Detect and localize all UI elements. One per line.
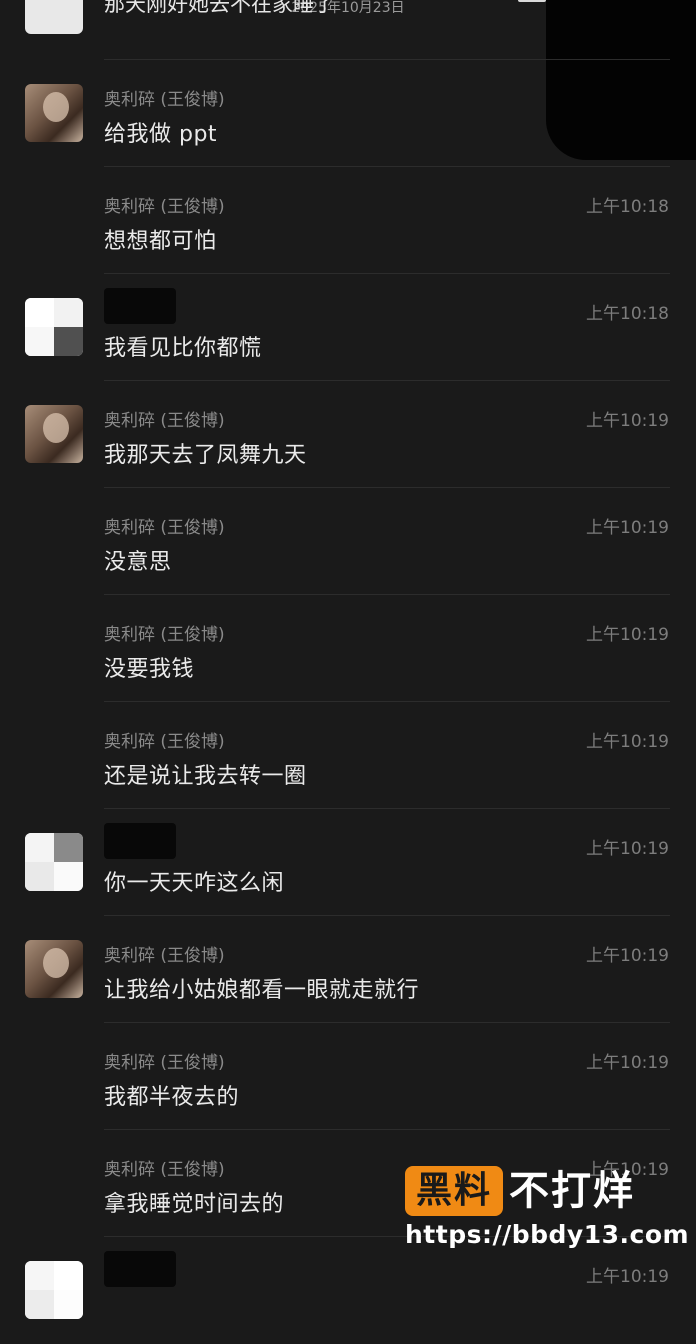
sender-name: 奥利碎 (王俊博) [104, 1053, 225, 1073]
message-item[interactable]: 奥利碎 (王俊博) 上午10:19 让我给小姑娘都看一眼就走就行 [0, 916, 696, 1023]
avatar-mosaic-tile [54, 833, 83, 862]
avatar-mosaic-tile [25, 327, 54, 356]
message-time: 上午10:18 [586, 304, 669, 324]
sender-name: 奥利碎 (王俊博) [104, 411, 225, 431]
watermark-badge: 黑料 [405, 1166, 503, 1216]
avatar-mosaic-tile [54, 1290, 83, 1319]
sender-name: 奥利碎 (王俊博) [104, 518, 225, 538]
avatar-mosaic-tile [54, 298, 83, 327]
avatar-mosaic-tile [25, 1261, 54, 1290]
message-item[interactable]: 奥利碎 (王俊博) 上午10:19 没意思 [0, 488, 696, 595]
watermark-brand: 不打烊 [509, 1168, 635, 1214]
watermark: 黑料 不打烊 https://bbdy13.com [405, 1162, 689, 1262]
message-text: 那天刚好她去不在家睡了 [104, 0, 335, 16]
message-time: 上午10:19 [586, 1053, 669, 1073]
message-text: 你一天天咋这么闲 [104, 871, 285, 896]
message-item[interactable]: 奥利碎 (王俊博) 上午10:19 没要我钱 [0, 595, 696, 702]
message-text: 我那天去了凤舞九天 [104, 443, 307, 468]
message-text: 想想都可怕 [104, 229, 217, 254]
avatar-mosaic-tile [54, 1261, 83, 1290]
message-text: 我看见比你都慌 [104, 336, 262, 361]
watermark-url: https://bbdy13.com [405, 1220, 690, 1249]
avatar[interactable] [25, 405, 83, 463]
message-time: 上午10:19 [586, 732, 669, 752]
avatar[interactable] [25, 298, 83, 356]
avatar[interactable] [25, 0, 83, 34]
message-time: 上午10:18 [586, 197, 669, 217]
message-item[interactable]: 奥利碎 (王俊博) 上午10:19 我那天去了凤舞九天 [0, 381, 696, 488]
message-time: 上午10:19 [586, 411, 669, 431]
sender-name: 奥利碎 (王俊博) [104, 90, 225, 110]
avatar[interactable] [25, 833, 83, 891]
avatar-mosaic-tile [25, 862, 54, 891]
sender-name: 奥利碎 (王俊博) [104, 1160, 225, 1180]
avatar[interactable] [25, 1261, 83, 1319]
message-text: 给我做 ppt [104, 122, 218, 147]
sender-name: 奥利碎 (王俊博) [104, 946, 225, 966]
sender-name-redacted [104, 823, 176, 859]
avatar-mosaic-tile [54, 327, 83, 356]
message-text: 让我给小姑娘都看一眼就走就行 [104, 978, 420, 1003]
avatar-mosaic-tile [25, 833, 54, 862]
sender-name-redacted [104, 288, 176, 324]
avatar[interactable] [25, 84, 83, 142]
message-item[interactable]: 奥利碎 (王俊博) 给我做 ppt [0, 60, 696, 167]
message-item[interactable]: 奥利碎 (王俊博) 上午10:19 我都半夜去的 [0, 1023, 696, 1130]
avatar-mosaic-tile [54, 862, 83, 891]
message-time: 上午10:19 [586, 946, 669, 966]
message-time: 上午10:19 [586, 625, 669, 645]
message-item[interactable]: 上午10:18 我看见比你都慌 [0, 274, 696, 381]
sender-name: 奥利碎 (王俊博) [104, 197, 225, 217]
message-item[interactable]: 奥利碎 (王俊博) 上午10:18 想想都可怕 [0, 167, 696, 274]
message-item[interactable]: 奥利碎 (王俊博) 上午10:19 还是说让我去转一圈 [0, 702, 696, 809]
message-time: 上午10:19 [586, 1267, 669, 1287]
message-text: 拿我睡觉时间去的 [104, 1192, 285, 1217]
message-text: 还是说让我去转一圈 [104, 764, 307, 789]
message-time: 上午10:19 [586, 518, 669, 538]
avatar-mosaic-tile [25, 1290, 54, 1319]
sender-name: 奥利碎 (王俊博) [104, 732, 225, 752]
avatar[interactable] [25, 940, 83, 998]
avatar-mosaic-tile [25, 298, 54, 327]
sender-name-redacted [104, 1251, 176, 1287]
message-text: 我都半夜去的 [104, 1085, 240, 1110]
message-time: 上午10:19 [586, 839, 669, 859]
message-text: 没意思 [104, 550, 172, 575]
sender-name: 奥利碎 (王俊博) [104, 625, 225, 645]
message-item[interactable]: 上午10:19 你一天天咋这么闲 [0, 809, 696, 916]
message-text: 没要我钱 [104, 657, 195, 682]
